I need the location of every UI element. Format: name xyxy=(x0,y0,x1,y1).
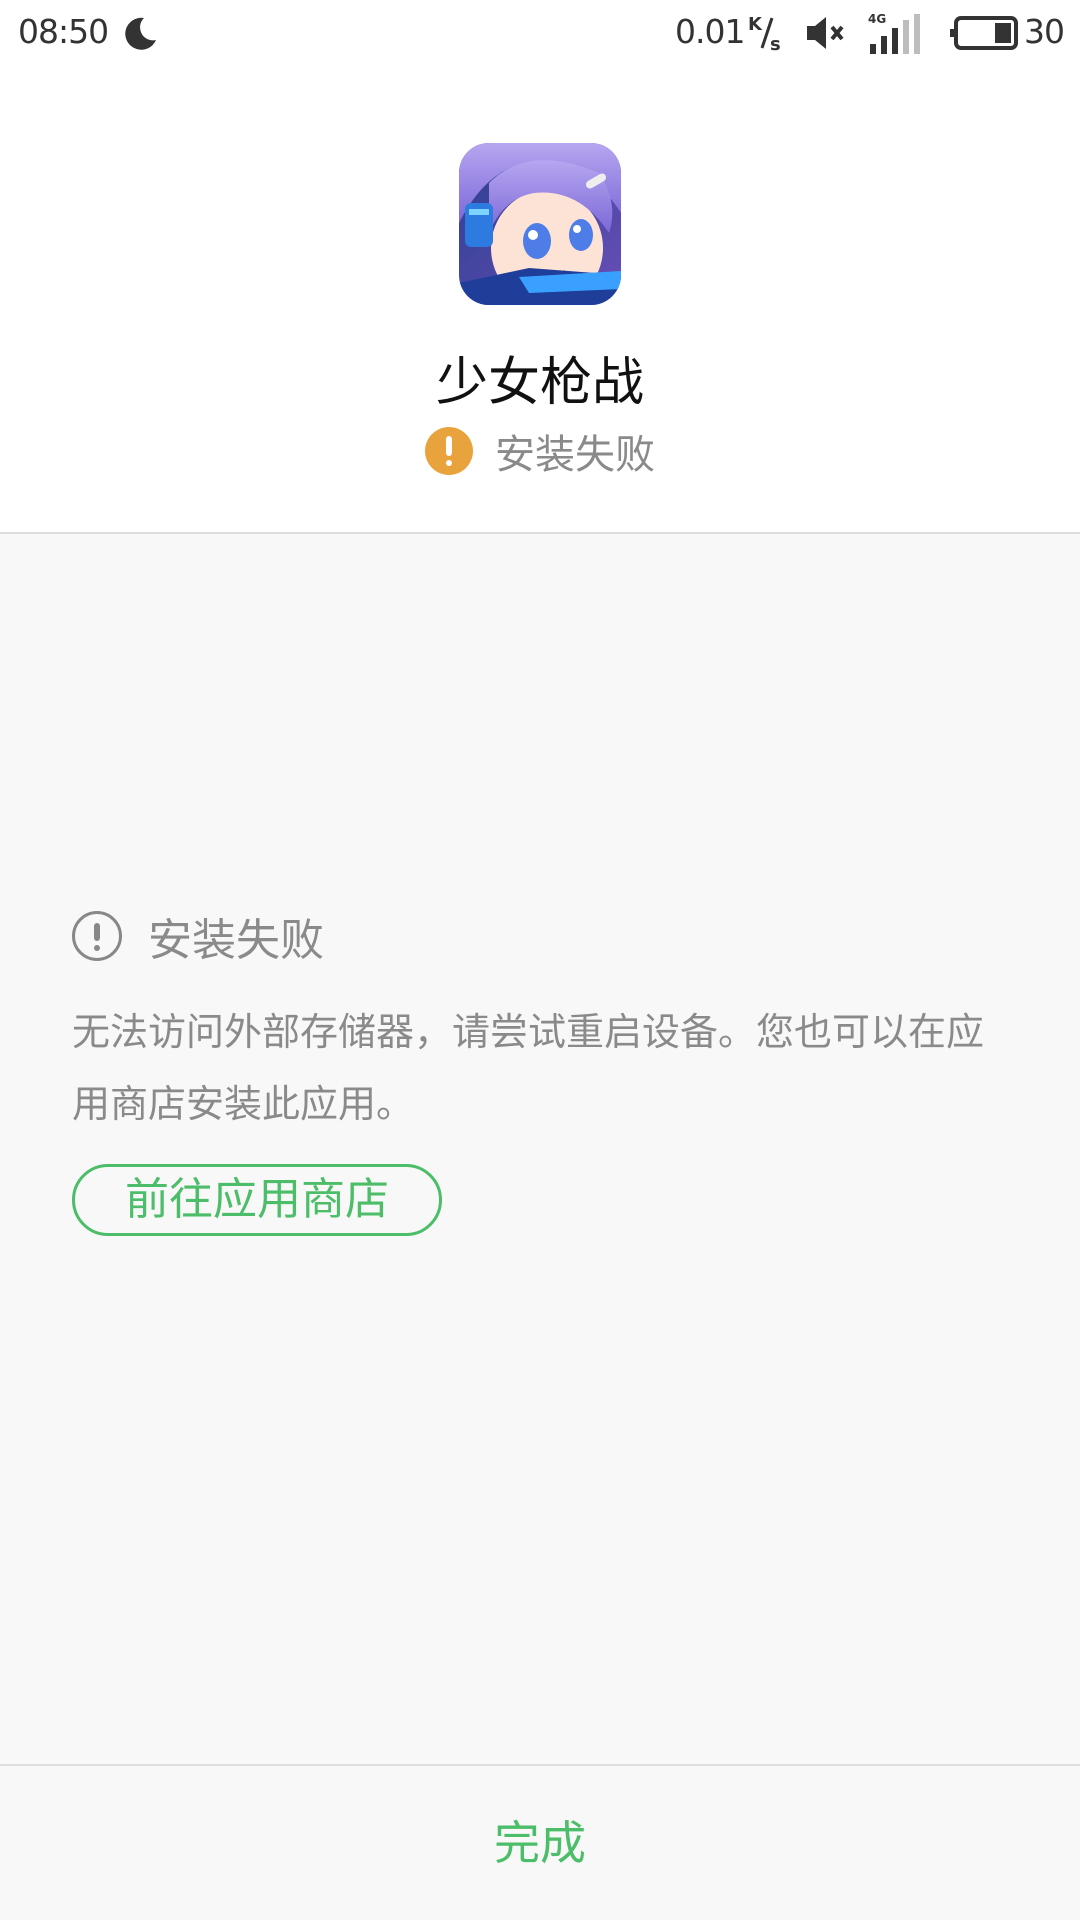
status-bar: 08:50 0.01 K s 4G 30 xyxy=(0,0,1080,66)
info-icon xyxy=(72,911,122,961)
done-button[interactable]: 完成 xyxy=(0,1766,1080,1920)
speed-unit-icon: K s xyxy=(748,14,781,52)
install-status-text: 安装失败 xyxy=(495,432,655,478)
mute-icon xyxy=(807,17,844,49)
moon-icon xyxy=(125,17,156,50)
svg-text:s: s xyxy=(770,34,781,52)
error-panel: 安装失败 无法访问外部存储器，请尝试重启设备。您也可以在应用商店安装此应用。 前… xyxy=(0,534,1080,1764)
battery-level: 30 xyxy=(1024,12,1065,51)
install-status-line: 安装失败 xyxy=(0,422,1080,478)
error-title: 安装失败 xyxy=(148,915,324,966)
network-speed: 0.01 xyxy=(675,12,745,51)
status-time: 08:50 xyxy=(18,12,109,51)
footer: 完成 xyxy=(0,1766,1080,1920)
app-name: 少女枪战 xyxy=(435,353,644,413)
go-to-app-store-button[interactable]: 前往应用商店 xyxy=(72,1164,442,1236)
app-icon xyxy=(459,143,621,305)
error-message: 无法访问外部存储器，请尝试重启设备。您也可以在应用商店安装此应用。 xyxy=(72,1010,985,1126)
network-type-label: 4G xyxy=(868,12,886,26)
battery-icon xyxy=(950,16,1018,50)
svg-text:K: K xyxy=(748,14,763,35)
error-title-row: 安装失败 xyxy=(72,906,324,966)
warning-icon xyxy=(425,427,473,475)
signal-icon: 4G xyxy=(868,12,920,54)
app-header: 少女枪战 安装失败 xyxy=(0,66,1080,532)
install-result-screen: 08:50 0.01 K s 4G 30 少女枪战 安装失败 安装失败 无法访问… xyxy=(0,0,1080,1920)
